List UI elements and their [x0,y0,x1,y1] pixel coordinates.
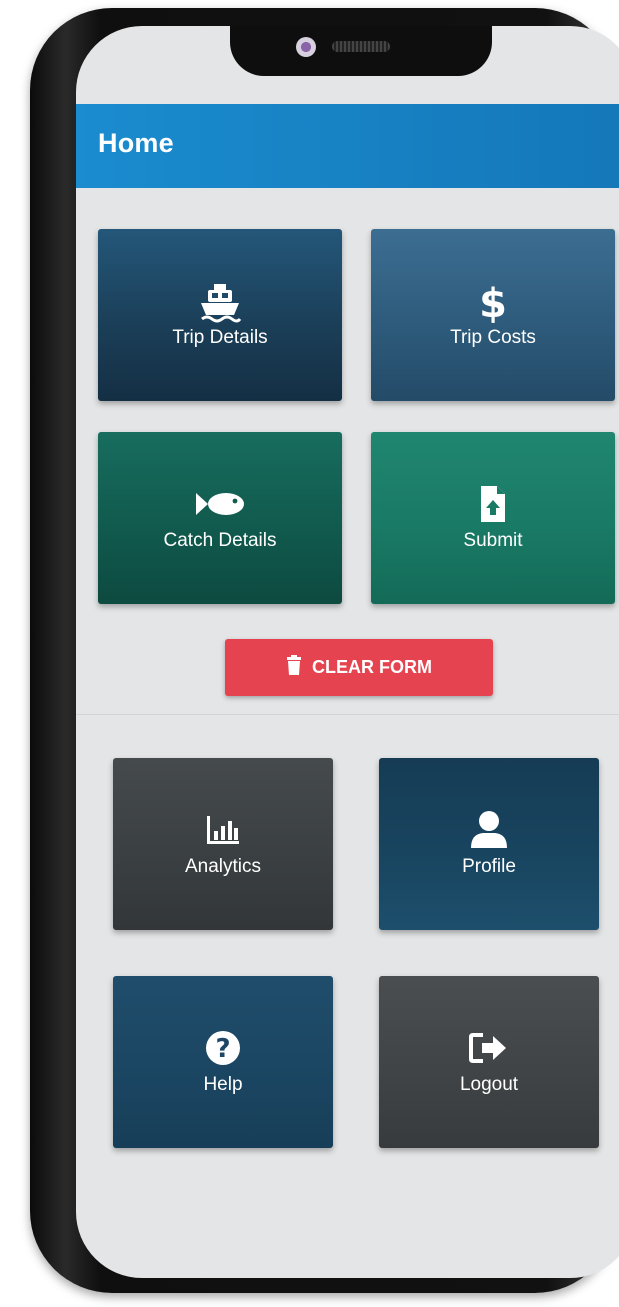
sign-out-icon [379,1026,599,1070]
trash-icon [286,655,302,680]
submit-label: Submit [463,530,523,551]
logout-tile[interactable]: Logout [379,976,599,1148]
catch-details-tile[interactable]: Catch Details [98,432,342,604]
ship-icon [98,279,342,323]
page-title: Home [98,128,174,158]
clear-form-button[interactable]: CLEAR FORM [225,639,493,696]
file-upload-icon [371,482,615,526]
user-icon [379,808,599,852]
dollar-icon: $ [371,279,615,323]
svg-text:?: ? [215,1034,230,1064]
trip-details-tile[interactable]: Trip Details [98,229,342,401]
help-tile[interactable]: ? Help [113,976,333,1148]
profile-tile[interactable]: Profile [379,758,599,930]
trip-costs-label: Trip Costs [450,327,536,348]
svg-text:$: $ [479,281,507,323]
logout-label: Logout [459,1074,519,1095]
submit-tile[interactable]: Submit [371,432,615,604]
analytics-label: Analytics [184,856,262,877]
trip-details-label: Trip Details [172,327,268,348]
front-camera-icon [296,37,316,57]
catch-details-label: Catch Details [163,530,277,551]
bar-chart-icon [113,808,333,852]
app-bar: Home [76,104,619,188]
phone-screen: Home Trip Details $ Trip Costs Catch Det… [76,26,619,1278]
analytics-tile[interactable]: Analytics [113,758,333,930]
help-label: Help [203,1074,243,1095]
phone-notch [230,26,492,76]
clear-form-label: CLEAR FORM [312,657,432,677]
profile-label: Profile [462,856,516,877]
section-divider [76,714,619,715]
speaker-grille [332,41,390,52]
trip-costs-tile[interactable]: $ Trip Costs [371,229,615,401]
phone-frame: Home Trip Details $ Trip Costs Catch Det… [30,8,619,1293]
fish-icon [98,482,342,526]
question-icon: ? [113,1026,333,1070]
